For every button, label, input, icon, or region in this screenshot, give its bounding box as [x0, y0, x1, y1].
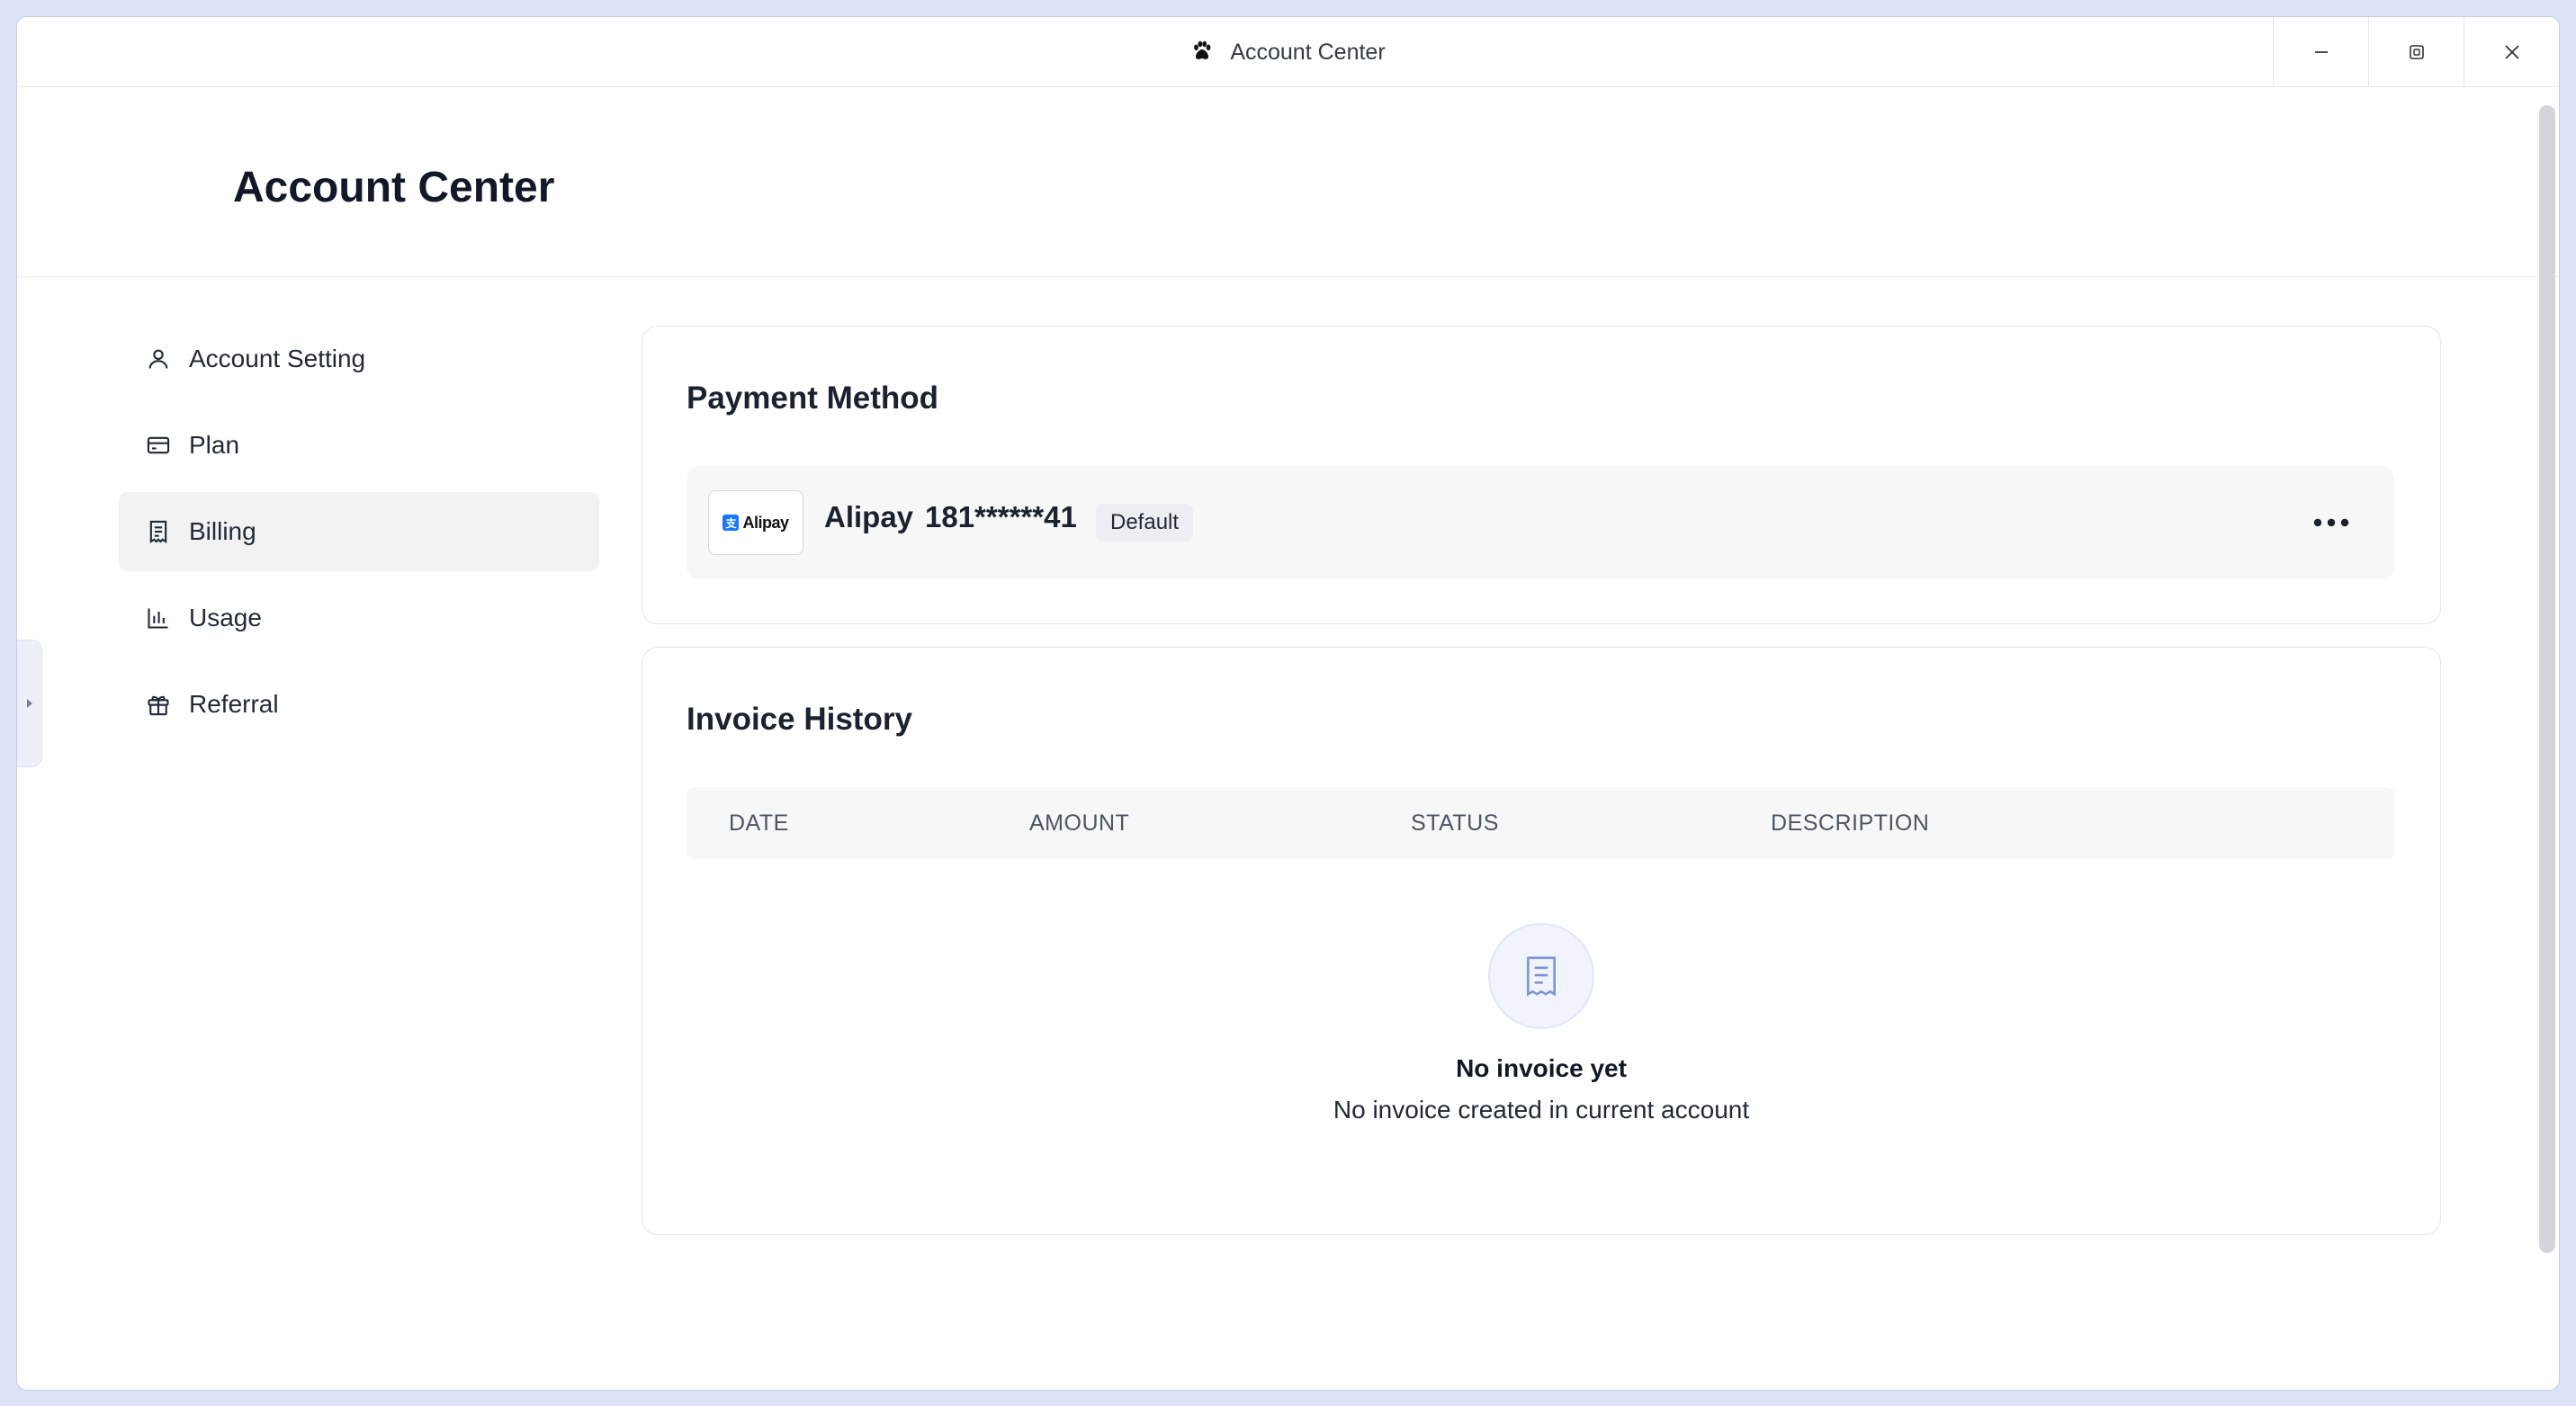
- vertical-scrollbar[interactable]: [2539, 105, 2555, 1253]
- empty-invoice-icon: [1488, 923, 1594, 1029]
- sidebar-item-label: Billing: [189, 517, 256, 545]
- column-header-amount: AMOUNT: [1029, 810, 1130, 836]
- sidebar-item-usage[interactable]: Usage: [119, 578, 599, 658]
- sidebar-item-account-setting[interactable]: Account Setting: [119, 319, 599, 399]
- invoice-empty-state: No invoice yet No invoice created in cur…: [642, 923, 2440, 1124]
- close-button[interactable]: [2464, 17, 2559, 87]
- user-icon: [146, 346, 171, 372]
- sidebar-item-referral[interactable]: Referral: [119, 665, 599, 744]
- receipt-icon: [146, 519, 171, 544]
- sidebar-item-label: Plan: [189, 431, 240, 459]
- invoice-history-card: Invoice History DATE AMOUNT STATUS DESCR…: [642, 647, 2441, 1235]
- title-bar: Account Center: [17, 17, 2559, 87]
- restore-button[interactable]: [2368, 17, 2464, 87]
- sidebar-item-label: Account Setting: [189, 345, 366, 372]
- minimize-icon: [2314, 51, 2328, 53]
- page-header: Account Center: [17, 87, 2559, 277]
- sidebar-item-billing[interactable]: Billing: [119, 492, 599, 571]
- bar-chart-icon: [146, 605, 171, 631]
- expand-sidebar-button[interactable]: [17, 640, 42, 767]
- column-header-date: DATE: [729, 810, 789, 836]
- payment-method-row: 支 Alipay Alipay 181******41 Default: [687, 466, 2394, 579]
- sidebar-item-label: Usage: [189, 604, 262, 631]
- more-options-button[interactable]: [2304, 505, 2358, 541]
- caret-right-icon: [26, 699, 32, 708]
- window-controls: [2273, 17, 2559, 87]
- page-title: Account Center: [233, 164, 555, 211]
- payment-method-name: Alipay: [824, 500, 914, 533]
- invoice-table-header: DATE AMOUNT STATUS DESCRIPTION: [687, 787, 2394, 859]
- payment-method-card: Payment Method 支 Alipay Alipay 181******…: [642, 326, 2441, 624]
- account-center-window: Account Center Account Center Account Se…: [16, 16, 2560, 1391]
- alipay-logo: 支 Alipay: [708, 490, 803, 555]
- window-title: Account Center: [1230, 39, 1386, 65]
- gift-icon: [146, 692, 171, 717]
- restore-icon: [2409, 45, 2424, 59]
- sidebar-item-plan[interactable]: Plan: [119, 406, 599, 485]
- minimize-button[interactable]: [2273, 17, 2368, 87]
- paw-icon: [1190, 39, 1214, 67]
- column-header-status: STATUS: [1411, 810, 1499, 836]
- default-badge: Default: [1096, 504, 1194, 542]
- close-icon: [2504, 45, 2519, 59]
- invoice-history-title: Invoice History: [687, 702, 912, 737]
- sidebar: Account Setting Plan Billing Usage Refer…: [119, 319, 599, 751]
- alipay-mark-icon: 支: [723, 515, 740, 531]
- sidebar-item-label: Referral: [189, 690, 279, 718]
- empty-state-subtitle: No invoice created in current account: [1333, 1096, 1750, 1124]
- column-header-description: DESCRIPTION: [1771, 810, 1930, 836]
- payment-method-title: Payment Method: [687, 381, 939, 416]
- more-horizontal-icon: [2313, 518, 2349, 527]
- payment-method-number: 181******41: [925, 500, 1077, 533]
- credit-card-icon: [146, 433, 171, 458]
- empty-state-title: No invoice yet: [1456, 1054, 1627, 1082]
